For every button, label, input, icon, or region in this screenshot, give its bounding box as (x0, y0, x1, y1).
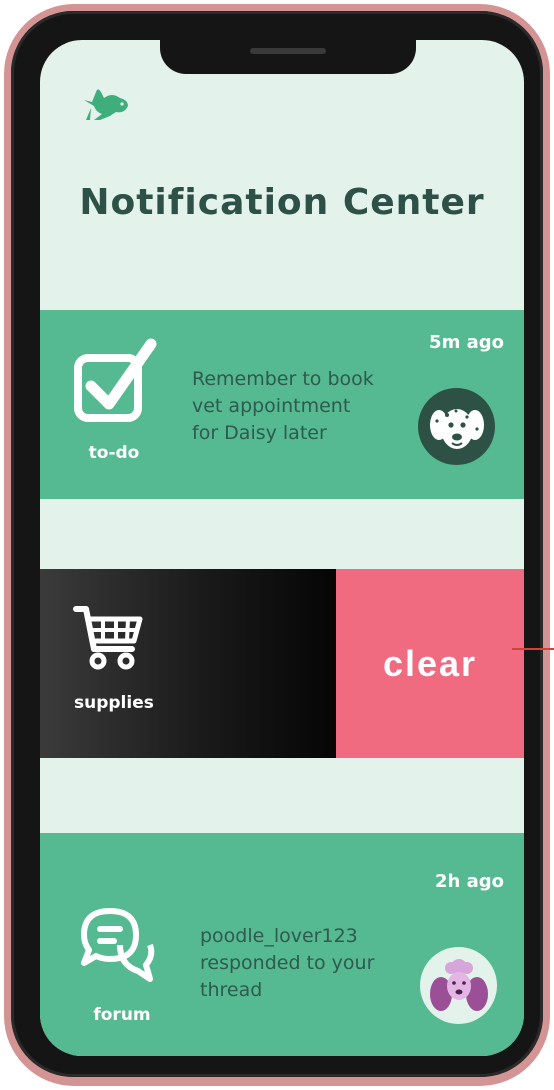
category-label-todo: to-do (88, 443, 140, 463)
notification-card-supplies[interactable]: supplies (40, 569, 336, 758)
screen: Notification Center 5m ago to-do Remembe… (40, 40, 524, 1056)
shopping-cart-icon (73, 606, 143, 670)
page-title: Notification Center (79, 182, 485, 223)
notification-card-todo[interactable]: 5m ago to-do Remember to book vet appoin… (40, 310, 524, 499)
category-label-supplies: supplies (74, 693, 154, 713)
checkbox-icon (74, 338, 157, 422)
message-line: responded to your (200, 952, 375, 974)
category-label-forum: forum (93, 1005, 151, 1025)
message-line: Remember to book (192, 368, 374, 390)
swipe-indicator-line (512, 648, 554, 650)
timestamp: 2h ago (434, 871, 504, 892)
message-line: thread (200, 979, 263, 1001)
message-line: vet appointment (192, 395, 351, 417)
notification-message: poodle_lover123 responded to your thread (200, 923, 374, 1004)
message-line: for Daisy later (192, 422, 327, 444)
clear-button-label: clear (382, 642, 478, 684)
notification-row-supplies: supplies clear (40, 569, 524, 758)
notch (160, 40, 416, 74)
speaker (250, 48, 326, 54)
chat-bubbles-icon (81, 908, 155, 982)
timestamp: 5m ago (429, 332, 504, 353)
clear-button[interactable]: clear (336, 569, 524, 758)
avatar[interactable] (420, 947, 497, 1024)
rabbit-icon (84, 89, 128, 120)
dalmatian-icon (429, 408, 484, 449)
notification-card-forum[interactable]: 2h ago forum poodle_lover123 responded t… (40, 833, 524, 1056)
message-line: poodle_lover123 (200, 925, 358, 947)
notification-message: Remember to book vet appointment for Dai… (192, 366, 374, 447)
avatar[interactable] (418, 388, 495, 465)
poodle-icon (429, 958, 488, 1011)
